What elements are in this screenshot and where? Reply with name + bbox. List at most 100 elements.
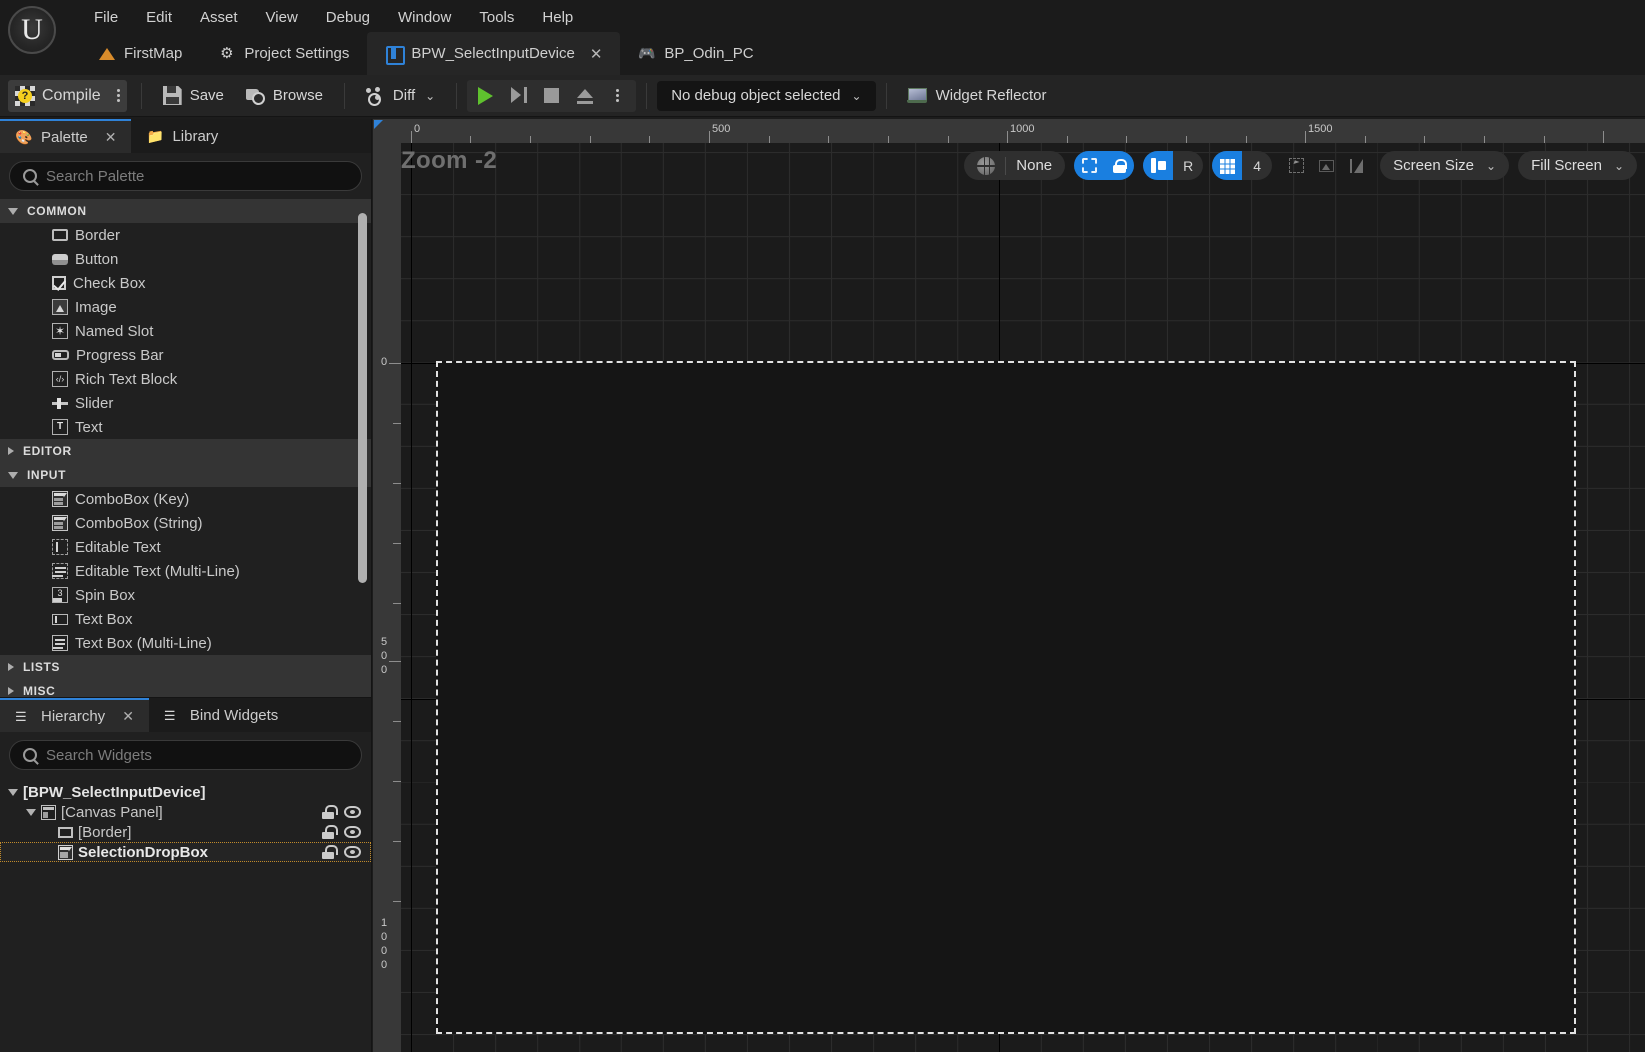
- unreal-logo[interactable]: U: [8, 6, 56, 54]
- palette-item-text-box-multiline[interactable]: Text Box (Multi-Line): [0, 631, 371, 655]
- palette-item-text-box[interactable]: Text Box: [0, 607, 371, 631]
- menu-debug[interactable]: Debug: [312, 0, 384, 36]
- tab-project-settings[interactable]: ⚙ Project Settings: [200, 32, 367, 75]
- designer-canvas-area[interactable]: [401, 143, 1645, 1052]
- palette-category-common[interactable]: COMMON: [0, 199, 371, 223]
- menu-help[interactable]: Help: [528, 0, 587, 36]
- skip-play-button[interactable]: [502, 80, 535, 112]
- widget-reflector-label: Widget Reflector: [935, 87, 1047, 104]
- progress-bar-widget-icon: [52, 350, 69, 360]
- cursor-toggle[interactable]: [1281, 151, 1311, 180]
- grid-size-value[interactable]: 4: [1242, 151, 1272, 180]
- tree-row-selectiondropbox[interactable]: SelectionDropBox: [0, 842, 371, 862]
- hierarchy-search-input[interactable]: Search Widgets: [9, 740, 362, 770]
- antialias-icon: [1349, 158, 1363, 173]
- lock-icon[interactable]: [321, 845, 338, 859]
- palette-item-editable-text[interactable]: Editable Text: [0, 535, 371, 559]
- palette-item-editable-text-multiline[interactable]: Editable Text (Multi-Line): [0, 559, 371, 583]
- palette-item-named-slot[interactable]: ✶ Named Slot: [0, 319, 371, 343]
- save-button[interactable]: Save: [152, 80, 235, 112]
- palette-item-combobox-string[interactable]: ComboBox (String): [0, 511, 371, 535]
- palette-item-progress-bar[interactable]: Progress Bar: [0, 343, 371, 367]
- tab-library[interactable]: 📁 Library: [131, 119, 233, 153]
- diff-button[interactable]: Diff ⌄: [355, 80, 446, 112]
- widget-reflector-button[interactable]: Widget Reflector: [897, 80, 1057, 112]
- tab-bpw-selectinputdevice-label: BPW_SelectInputDevice: [411, 45, 575, 62]
- palette-item-button[interactable]: Button: [0, 247, 371, 271]
- ruler-label-d0: 5: [380, 636, 388, 648]
- antialias-toggle[interactable]: [1341, 151, 1371, 180]
- palette-category-input[interactable]: INPUT: [0, 463, 371, 487]
- tab-bpw-selectinputdevice[interactable]: BPW_SelectInputDevice ✕: [367, 32, 621, 75]
- palette-item-rich-text-block[interactable]: ‹/› Rich Text Block: [0, 367, 371, 391]
- palette-item-border[interactable]: Border: [0, 223, 371, 247]
- compile-options-button[interactable]: [110, 79, 127, 112]
- lock-icon[interactable]: [321, 825, 338, 839]
- eye-icon[interactable]: [344, 826, 361, 838]
- tab-firstmap-label: FirstMap: [124, 45, 183, 62]
- ruler-tick: [393, 901, 401, 902]
- tab-firstmap[interactable]: FirstMap: [80, 32, 200, 75]
- palette-item-text[interactable]: T Text: [0, 415, 371, 439]
- close-icon[interactable]: ✕: [105, 129, 117, 146]
- palette-list[interactable]: COMMON Border Button Check Box Image ✶ N…: [0, 199, 371, 697]
- close-icon[interactable]: ✕: [590, 45, 603, 63]
- hierarchy-tree[interactable]: [BPW_SelectInputDevice] [Canvas Panel] […: [0, 778, 371, 862]
- compile-button[interactable]: Compile: [8, 79, 111, 112]
- image-toggle[interactable]: [1311, 151, 1341, 180]
- eject-button[interactable]: [568, 80, 601, 112]
- palette-item-spin-box[interactable]: 3 Spin Box: [0, 583, 371, 607]
- divider: [1005, 156, 1007, 175]
- tree-row-canvas-panel[interactable]: [Canvas Panel]: [0, 802, 371, 822]
- hierarchy-icon: ☰: [15, 708, 27, 724]
- widget-canvas-bounds[interactable]: [436, 361, 1576, 1034]
- ruler-tick: [828, 136, 829, 143]
- fill-layout-toggle[interactable]: [1143, 151, 1174, 180]
- menu-edit[interactable]: Edit: [132, 0, 186, 36]
- debug-object-dropdown[interactable]: No debug object selected ⌄: [657, 80, 876, 111]
- tab-palette[interactable]: 🎨 Palette ✕: [0, 119, 132, 153]
- chevron-down-icon[interactable]: [8, 788, 18, 796]
- eye-icon[interactable]: [344, 806, 361, 818]
- palette-category-misc[interactable]: MISC: [0, 679, 371, 697]
- menu-view[interactable]: View: [252, 0, 312, 36]
- palette-category-editor[interactable]: EDITOR: [0, 439, 371, 463]
- grid-snap-toggle[interactable]: [1212, 151, 1243, 180]
- ruler-label: 0: [414, 123, 421, 135]
- chevron-down-icon[interactable]: [26, 808, 36, 816]
- globe-icon: [977, 156, 996, 175]
- dashed-outline-toggle[interactable]: [1074, 151, 1105, 180]
- palette-scrollbar[interactable]: [358, 213, 367, 583]
- menu-asset[interactable]: Asset: [186, 0, 252, 36]
- screen-size-dropdown[interactable]: Screen Size ⌄: [1380, 151, 1510, 180]
- palette-search-input[interactable]: Search Palette: [9, 161, 362, 191]
- play-button[interactable]: [469, 80, 502, 112]
- render-transform-dropdown[interactable]: None: [964, 151, 1066, 180]
- browse-button[interactable]: Browse: [235, 80, 334, 112]
- designer-viewport[interactable]: 0 500 1000 1500 0 5 0 0 1 0 0 0 Zoom -2 …: [373, 119, 1645, 1052]
- palette-item-check-box[interactable]: Check Box: [0, 271, 371, 295]
- lock-icon[interactable]: [321, 805, 338, 819]
- horizontal-ruler: 0 500 1000 1500: [401, 119, 1645, 143]
- stop-button[interactable]: [535, 80, 568, 112]
- tree-row-bpw-selectinputdevice[interactable]: [BPW_SelectInputDevice]: [0, 782, 371, 802]
- palette-item-combobox-key[interactable]: ComboBox (Key): [0, 487, 371, 511]
- fill-localization-group: R: [1143, 151, 1204, 180]
- menu-tools[interactable]: Tools: [465, 0, 528, 36]
- tab-bind-widgets[interactable]: ☰ Bind Widgets: [149, 698, 293, 732]
- tab-hierarchy[interactable]: ☰ Hierarchy ✕: [0, 698, 149, 732]
- ruler-tick: [1484, 136, 1485, 143]
- menu-window[interactable]: Window: [384, 0, 465, 36]
- tab-bp-odin-pc[interactable]: 🎮 BP_Odin_PC: [620, 32, 771, 75]
- lock-toggle[interactable]: [1104, 151, 1135, 180]
- palette-category-lists[interactable]: LISTS: [0, 655, 371, 679]
- tree-row-border[interactable]: [Border]: [0, 822, 371, 842]
- fill-screen-dropdown[interactable]: Fill Screen ⌄: [1518, 151, 1637, 180]
- play-options-button[interactable]: [601, 80, 634, 112]
- localization-preview-button[interactable]: R: [1173, 151, 1203, 180]
- menu-file[interactable]: File: [80, 0, 132, 36]
- eye-icon[interactable]: [344, 846, 361, 858]
- palette-item-image[interactable]: Image: [0, 295, 371, 319]
- close-icon[interactable]: ✕: [122, 708, 134, 725]
- palette-item-slider[interactable]: Slider: [0, 391, 371, 415]
